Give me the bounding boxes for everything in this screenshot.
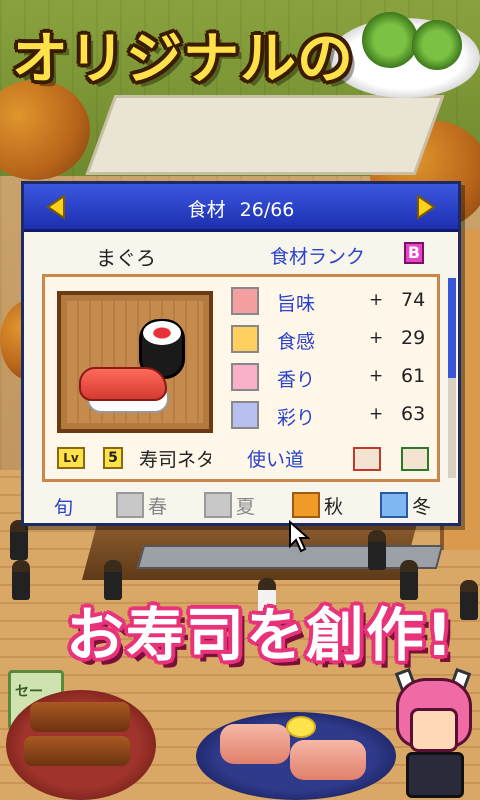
customer-figure (12, 560, 30, 600)
ingredient-rank-label: 食材ランク (270, 246, 366, 268)
shop-sign-label: セー (15, 684, 43, 700)
wave-icon (204, 492, 232, 518)
pointer-cursor-icon (289, 520, 310, 553)
toro-sushi (290, 740, 366, 780)
gunkan-sushi (412, 20, 462, 70)
unagi-sushi (24, 736, 130, 766)
maguro-nigiri (79, 367, 167, 401)
ingredient-counter: 26/66 (239, 199, 295, 221)
promo-text: お寿司を創作! (66, 601, 455, 669)
triangle-right-icon (417, 194, 436, 220)
chef-character (392, 667, 476, 798)
stat-sign: + (369, 290, 384, 310)
lemon-slice (286, 716, 316, 738)
season-row: 旬 春 夏 秋 冬 (24, 490, 458, 522)
season-spring: 春 (116, 490, 216, 520)
stat-value: 63 (401, 403, 426, 425)
stat-label: 香り (277, 369, 316, 391)
season-summer: 夏 (204, 490, 304, 520)
season-name: 春 (148, 496, 168, 518)
customer-figure (10, 520, 28, 560)
stat-label: 食感 (277, 331, 316, 353)
umami-icon (231, 287, 259, 315)
stat-label: 旨味 (277, 293, 316, 315)
stat-row-color: 彩り + 63 (231, 401, 431, 431)
usage-bottle-icon[interactable] (401, 447, 429, 471)
tekka-maki-top (143, 321, 181, 345)
toro-sushi (220, 724, 290, 764)
stat-sign: + (369, 328, 384, 348)
unagi-sushi (30, 702, 130, 732)
season-name: 冬 (412, 496, 432, 518)
scrollbar-thumb[interactable] (448, 278, 456, 378)
season-autumn: 秋 (292, 490, 392, 520)
season-name: 夏 (236, 496, 256, 518)
snowflake-icon (380, 492, 408, 518)
stat-value: 74 (401, 289, 426, 311)
ingredient-name: まぐろ (96, 246, 156, 270)
level-tag: Lv (57, 447, 85, 469)
autumn-tree (0, 80, 90, 180)
level-row: Lv 5 寿司ネタ 使い道 (57, 445, 437, 471)
gunkan-sushi (362, 12, 418, 68)
texture-icon (231, 325, 259, 353)
dialog-title-bar: 食材 26/66 (24, 184, 458, 232)
dialog-title-label: 食材 (187, 199, 226, 221)
aroma-icon (231, 363, 259, 391)
ingredient-image-frame (57, 291, 213, 433)
ingredient-detail-panel: 旨味 + 74 食感 + 29 香り + 61 彩り + 63 Lv 5 寿司ネ… (42, 274, 440, 482)
stat-label: 彩り (277, 407, 316, 429)
stat-row-umami: 旨味 + 74 (231, 287, 431, 317)
season-winter: 冬 (380, 490, 480, 520)
level-value: 5 (103, 447, 123, 469)
ingredient-dialog: 食材 26/66 まぐろ 食材ランク B 旨味 + 74 食感 + 29 香り … (21, 181, 461, 526)
stat-sign: + (369, 366, 384, 386)
chef-body (406, 752, 464, 798)
customer-figure (460, 580, 478, 620)
maple-leaf-icon (292, 492, 320, 518)
restaurant-roof (85, 95, 445, 175)
usage-sushi-icon[interactable] (353, 447, 381, 471)
next-arrow-button[interactable] (414, 194, 438, 220)
stat-row-aroma: 香り + 61 (231, 363, 431, 393)
chef-face (410, 708, 458, 752)
dialog-title: 食材 26/66 (24, 195, 458, 222)
season-label: 旬 (54, 497, 74, 519)
customer-figure (368, 530, 386, 570)
color-sparkle-icon (231, 401, 259, 429)
stat-row-texture: 食感 + 29 (231, 325, 431, 355)
stat-value: 61 (401, 365, 426, 387)
ingredient-category: 寿司ネタ (139, 449, 211, 471)
stat-sign: + (369, 404, 384, 424)
season-name: 秋 (324, 496, 344, 518)
ingredient-image (67, 301, 203, 423)
headline-text: オリジナルの (12, 27, 354, 92)
stat-value: 29 (401, 327, 426, 349)
usage-label: 使い道 (247, 449, 305, 471)
blossom-icon (116, 492, 144, 518)
ingredient-rank-badge: B (404, 242, 424, 264)
